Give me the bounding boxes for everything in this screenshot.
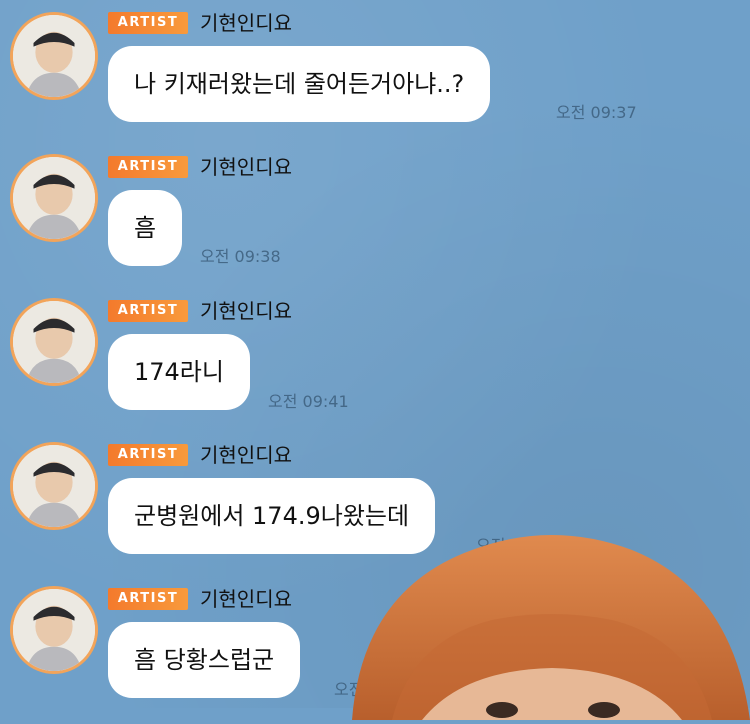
message-time: 오전 09:37 (556, 103, 637, 122)
artist-badge: ARTIST (108, 12, 188, 34)
message-time: 오전 09:41 (268, 392, 349, 411)
avatar[interactable] (10, 12, 98, 100)
sender-name: 기현인디요 (200, 587, 292, 611)
message-bubble[interactable]: 흠 당황스럽군 (108, 622, 301, 698)
message-time: 오전 09:38 (200, 247, 281, 266)
artist-badge: ARTIST (108, 300, 188, 322)
person-peeking-photo (352, 520, 750, 720)
message-bubble[interactable]: 나 키재러왔는데 줄어든거아냐..? (108, 46, 491, 122)
message-bubble[interactable]: 흠 (108, 190, 183, 266)
sender-name: 기현인디요 (200, 11, 292, 35)
message-bubble[interactable]: 174라니 (108, 334, 250, 410)
artist-badge: ARTIST (108, 588, 188, 610)
avatar[interactable] (10, 442, 98, 530)
artist-badge: ARTIST (108, 444, 188, 466)
sender-name: 기현인디요 (200, 155, 292, 179)
avatar[interactable] (10, 298, 98, 386)
sender-name: 기현인디요 (200, 299, 292, 323)
sender-name: 기현인디요 (200, 443, 292, 467)
artist-badge: ARTIST (108, 156, 188, 178)
avatar[interactable] (10, 154, 98, 242)
avatar[interactable] (10, 586, 98, 674)
